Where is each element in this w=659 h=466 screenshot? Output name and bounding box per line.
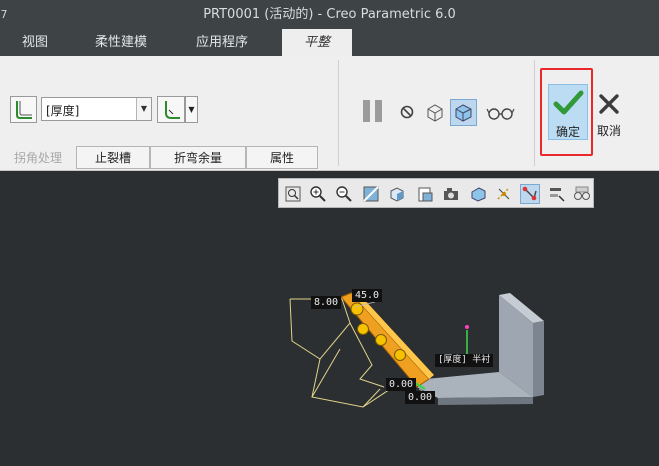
zoom-in-icon: [310, 186, 326, 202]
flange-shape-button[interactable]: [10, 96, 37, 123]
spin-center-button[interactable]: [547, 184, 567, 204]
spin-center-icon: [550, 188, 565, 202]
annotation-display-button[interactable]: [520, 184, 540, 204]
flange-corner-icon: [16, 101, 32, 119]
repaint-icon: [363, 186, 379, 202]
perspective-button[interactable]: [441, 184, 461, 204]
bend-relief-shape-button[interactable]: [157, 96, 185, 123]
dimension-8-00[interactable]: 8.00: [311, 296, 342, 309]
camera-icon: [444, 188, 458, 200]
glasses-icon: [486, 108, 515, 120]
no-preview-button[interactable]: [399, 104, 415, 120]
repaint-button[interactable]: [361, 184, 381, 204]
cancel-label: 取消: [596, 124, 621, 138]
chevron-down-icon[interactable]: ▼: [136, 98, 151, 120]
solid-preview-icon: [455, 104, 472, 122]
confirm-button[interactable]: 确定: [548, 84, 588, 140]
refit-icon: [285, 186, 301, 202]
quick-access-arrow[interactable]: 7: [0, 0, 8, 29]
wireframe-preview-icon: [427, 104, 443, 122]
glasses-preview-button[interactable]: [486, 104, 516, 122]
subtab-corner-treatment: 拐角处理: [13, 151, 62, 165]
pause-button[interactable]: [360, 98, 386, 124]
ribbon-divider: [534, 60, 535, 166]
close-icon: [599, 94, 619, 114]
tab-flatten[interactable]: 平整: [282, 29, 352, 56]
cancel-button[interactable]: 取消: [595, 92, 623, 140]
refit-button[interactable]: [283, 184, 303, 204]
saved-orientations-button[interactable]: [387, 184, 407, 204]
datum-display-button[interactable]: [494, 184, 514, 204]
verify-preview-button[interactable]: [450, 99, 477, 126]
ribbon-divider: [338, 60, 339, 166]
subtab-relief[interactable]: 止裂槽: [76, 146, 150, 169]
graphics-toolbar: [278, 178, 594, 208]
graphics-viewport[interactable]: 8.00 45.0 0.00 0.00 [厚度] 半衬: [0, 209, 659, 463]
relief-type-value: [厚度]: [46, 104, 80, 118]
tab-applications[interactable]: 应用程序: [172, 29, 272, 56]
pause-icon: [363, 100, 382, 122]
bend-relief-icon: [165, 101, 180, 119]
subtab-bend-allowance[interactable]: 折弯余量: [150, 146, 246, 169]
relief-type-select[interactable]: [厚度] ▼: [41, 97, 152, 121]
zoom-out-icon: [336, 186, 352, 202]
view-manager-icon: [418, 187, 433, 202]
no-preview-icon: [400, 105, 414, 119]
subtab-properties[interactable]: 属性: [246, 146, 318, 169]
node-display-icon: [522, 186, 537, 201]
tab-view[interactable]: 视图: [0, 29, 70, 56]
sheet-metal-part: [405, 293, 544, 405]
glasses-small-icon: [574, 186, 590, 200]
bend-relief-dropdown[interactable]: ▼: [185, 96, 198, 123]
tab-flexible-modeling[interactable]: 柔性建模: [70, 29, 172, 56]
dimension-0-00-a[interactable]: 0.00: [386, 378, 417, 391]
checkmark-icon: [553, 90, 584, 115]
window-title: PRT0001 (活动的) - Creo Parametric 6.0: [203, 7, 456, 22]
cube-orientation-icon: [390, 187, 404, 202]
confirm-label: 确定: [555, 125, 580, 139]
ribbon-tab-bar: 视图 柔性建模 应用程序 平整: [0, 29, 659, 56]
dimension-45-0[interactable]: 45.0: [352, 289, 383, 302]
zoom-in-button[interactable]: [308, 184, 328, 204]
annotation-filter-button[interactable]: [572, 184, 592, 204]
geometry-preview-button[interactable]: [424, 101, 446, 123]
display-style-button[interactable]: [468, 184, 488, 204]
zoom-out-button[interactable]: [334, 184, 354, 204]
display-style-icon: [471, 187, 486, 202]
view-manager-button[interactable]: [415, 184, 435, 204]
relief-type-tag[interactable]: [厚度] 半衬: [435, 354, 494, 367]
datum-display-icon: [497, 188, 510, 200]
model-canvas: [289, 292, 544, 408]
title-bar: 7 PRT0001 (活动的) - Creo Parametric 6.0: [0, 0, 659, 29]
dimension-0-00-b[interactable]: 0.00: [405, 391, 436, 404]
